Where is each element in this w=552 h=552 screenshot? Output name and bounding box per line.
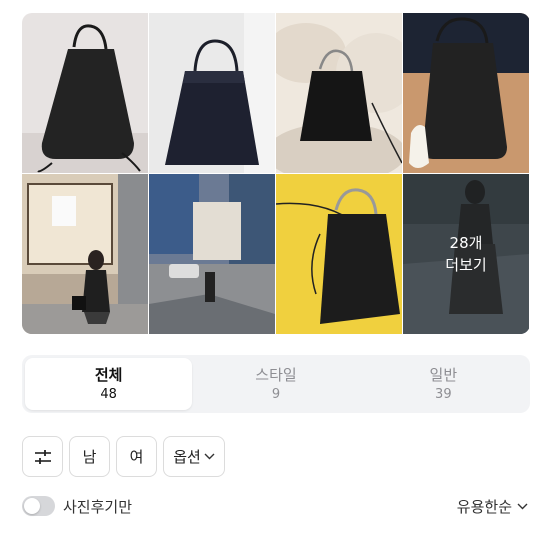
filter-options-dropdown[interactable]: 옵션 <box>163 436 225 477</box>
review-photo-1[interactable] <box>22 13 148 173</box>
bag-photo-image <box>22 174 148 334</box>
review-photo-6[interactable] <box>149 174 275 334</box>
sort-dropdown[interactable]: 유용한순 <box>457 496 530 517</box>
more-photos-overlay: 28개 더보기 <box>403 174 529 334</box>
review-photo-7[interactable] <box>276 174 402 334</box>
filter-male-label: 남 <box>82 448 97 466</box>
sliders-icon <box>34 449 51 464</box>
photo-review-only-label: 사진후기만 <box>63 497 133 516</box>
filter-female-label: 여 <box>129 448 144 466</box>
more-photos-count: 28개 <box>449 234 483 252</box>
photo-review-only-toggle[interactable]: 사진후기만 <box>22 496 132 517</box>
tab-all-label: 전체 <box>94 365 123 384</box>
view-more-photos-button[interactable]: 28개 더보기 <box>403 174 529 334</box>
review-photo-4[interactable] <box>403 13 529 173</box>
filter-male-button[interactable]: 남 <box>69 436 110 477</box>
bag-photo-image <box>149 174 275 334</box>
bag-photo-image <box>276 13 402 173</box>
toggle-switch[interactable] <box>22 496 55 516</box>
filter-options-label: 옵션 <box>173 448 201 466</box>
bag-photo-image <box>149 13 275 173</box>
review-photo-2[interactable] <box>149 13 275 173</box>
review-type-tabs: 전체 48 스타일 9 일반 39 <box>22 355 530 413</box>
tab-general-count: 39 <box>435 386 452 402</box>
filter-settings-button[interactable] <box>22 436 63 477</box>
bag-photo-image <box>22 13 148 173</box>
review-photo-5[interactable] <box>22 174 148 334</box>
tab-style[interactable]: 스타일 9 <box>192 358 359 410</box>
tab-general-label: 일반 <box>429 365 458 384</box>
tab-style-label: 스타일 <box>255 365 297 384</box>
chevron-down-icon <box>517 503 528 509</box>
tab-style-count: 9 <box>271 386 281 402</box>
more-photos-label: 더보기 <box>445 256 487 274</box>
tab-all-count: 48 <box>100 386 117 402</box>
filter-female-button[interactable]: 여 <box>116 436 157 477</box>
sort-label: 유용한순 <box>456 497 512 516</box>
tab-general[interactable]: 일반 39 <box>360 358 527 410</box>
tab-all[interactable]: 전체 48 <box>25 358 193 410</box>
chevron-down-icon <box>204 453 215 460</box>
review-photo-gallery: 28개 더보기 <box>22 13 530 334</box>
review-photo-3[interactable] <box>276 13 402 173</box>
review-list-controls: 사진후기만 유용한순 <box>22 490 530 522</box>
bag-photo-image <box>403 13 529 173</box>
review-filter-bar: 남 여 옵션 <box>22 436 225 477</box>
bag-photo-image <box>276 174 402 334</box>
